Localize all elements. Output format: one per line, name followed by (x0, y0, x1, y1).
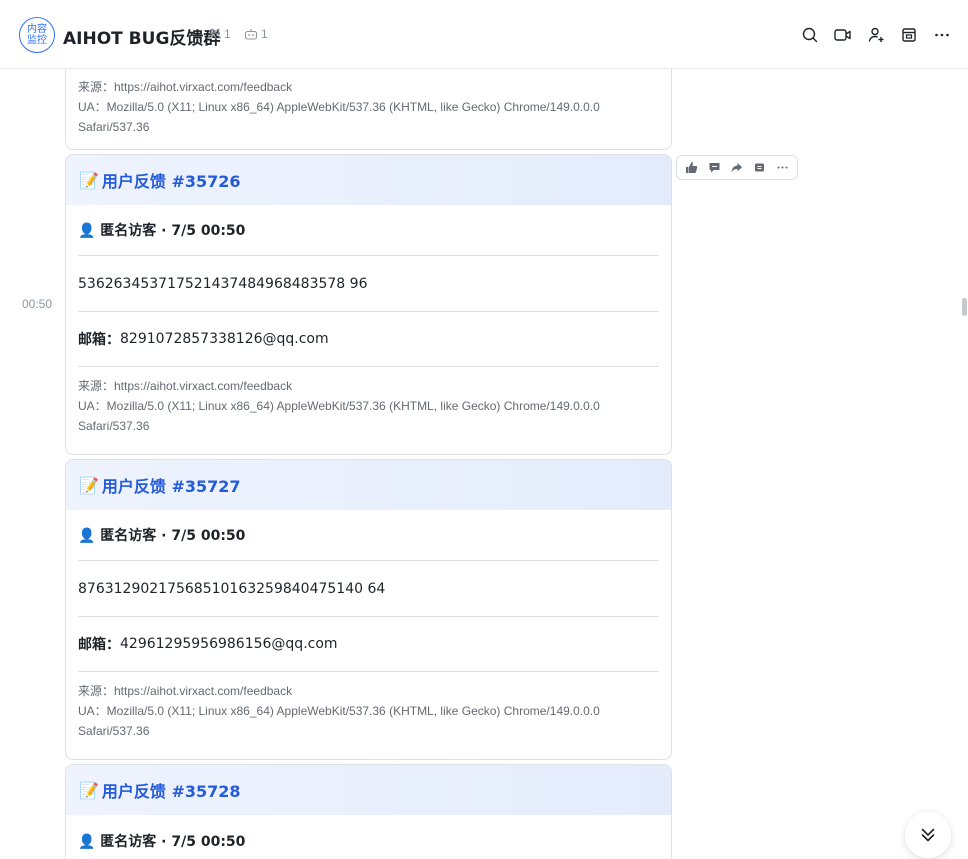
double-chevron-down-icon (921, 828, 935, 842)
ua-line-1: UA：Mozilla/5.0 (X11; Linux x86_64) Apple… (78, 399, 600, 413)
search-icon[interactable] (793, 22, 826, 48)
source-line: 来源：https://aihot.virxact.com/feedback (78, 379, 293, 393)
ua-line-2: Safari/537.36 (78, 419, 150, 433)
content-row: 87631290217568510163259840475140 64 (78, 561, 659, 617)
card-header: 📝 用户反馈 #35727 (66, 460, 671, 510)
calendar-icon[interactable] (892, 22, 925, 48)
card-title: 用户反馈 #35726 (101, 172, 241, 191)
user-row: 👤 匿名访客 · 7/5 00:50 (78, 833, 246, 850)
members-icon (207, 28, 221, 40)
email-label: 邮箱： (78, 332, 120, 348)
member-count[interactable]: 1 (207, 27, 231, 41)
chat-header: 内容 监控 AIHOT BUG反馈群 1 1 (0, 0, 968, 69)
scroll-to-bottom-button[interactable] (905, 812, 951, 858)
card-title: 用户反馈 #35728 (101, 782, 241, 801)
ua-line-2: Safari/537.36 (78, 120, 150, 134)
avatar-text-line2: 监控 (27, 35, 47, 46)
ua-line-1: UA：Mozilla/5.0 (X11; Linux x86_64) Apple… (78, 704, 600, 718)
memo-icon: 📝 (79, 475, 99, 495)
pin-icon[interactable] (749, 157, 771, 179)
group-title[interactable]: AIHOT BUG反馈群 (63, 24, 220, 49)
user-row: 👤 匿名访客 · 7/5 00:50 (78, 205, 659, 256)
feedback-card[interactable]: 📝 用户反馈 #35727 👤 匿名访客 · 7/5 00:50 8763129… (65, 459, 672, 760)
feedback-card[interactable]: 📝 用户反馈 #35728 👤 匿名访客 · 7/5 00:50 (65, 764, 672, 859)
email-value[interactable]: 8291072857338126@qq.com (120, 331, 329, 347)
add-member-icon[interactable] (859, 22, 892, 48)
card-meta: 来源：https://aihot.virxact.com/feedback UA… (66, 367, 671, 446)
feedback-card[interactable]: 📝 用户反馈 #35726 👤 匿名访客 · 7/5 00:50 5362634… (65, 154, 672, 455)
memo-icon: 📝 (79, 780, 99, 800)
ua-line-1: UA：Mozilla/5.0 (X11; Linux x86_64) Apple… (78, 100, 600, 114)
video-call-icon[interactable] (826, 22, 859, 48)
feedback-card-partial: 来源：https://aihot.virxact.com/feedback UA… (65, 69, 672, 150)
header-toolbar (793, 22, 958, 48)
source-line: 来源：https://aihot.virxact.com/feedback (78, 80, 293, 94)
email-row: 邮箱： 42961295956986156@qq.com (78, 617, 659, 672)
more-icon[interactable] (925, 22, 958, 48)
avatar-text-line1: 内容 (27, 24, 47, 35)
memo-icon: 📝 (79, 170, 99, 190)
reply-icon[interactable] (703, 157, 725, 179)
card-meta: 来源：https://aihot.virxact.com/feedback UA… (66, 69, 671, 147)
forward-icon[interactable] (726, 157, 748, 179)
more-icon[interactable] (772, 157, 794, 179)
ua-line-2: Safari/537.36 (78, 724, 150, 738)
thumbs-up-icon[interactable] (680, 157, 702, 179)
bot-count[interactable]: 1 (244, 27, 268, 41)
message-action-bar (676, 155, 798, 180)
bot-count-value: 1 (261, 27, 268, 41)
user-row: 👤 匿名访客 · 7/5 00:50 (78, 510, 659, 561)
scrollbar-thumb[interactable] (962, 298, 967, 316)
message-time: 00:50 (22, 297, 53, 311)
source-line: 来源：https://aihot.virxact.com/feedback (78, 684, 293, 698)
card-title: 用户反馈 #35727 (101, 477, 241, 496)
email-row: 邮箱： 8291072857338126@qq.com (78, 312, 659, 367)
content-row: 536263453717521437484968483578 96 (78, 256, 659, 312)
card-header: 📝 用户反馈 #35726 (66, 155, 671, 205)
message-list[interactable]: 来源：https://aihot.virxact.com/feedback UA… (0, 69, 968, 859)
card-meta: 来源：https://aihot.virxact.com/feedback UA… (66, 672, 671, 751)
bot-icon (244, 29, 258, 40)
email-label: 邮箱： (78, 637, 120, 653)
group-avatar[interactable]: 内容 监控 (19, 17, 55, 53)
member-count-value: 1 (224, 27, 231, 41)
email-value[interactable]: 42961295956986156@qq.com (120, 636, 338, 652)
card-header: 📝 用户反馈 #35728 (66, 765, 671, 815)
